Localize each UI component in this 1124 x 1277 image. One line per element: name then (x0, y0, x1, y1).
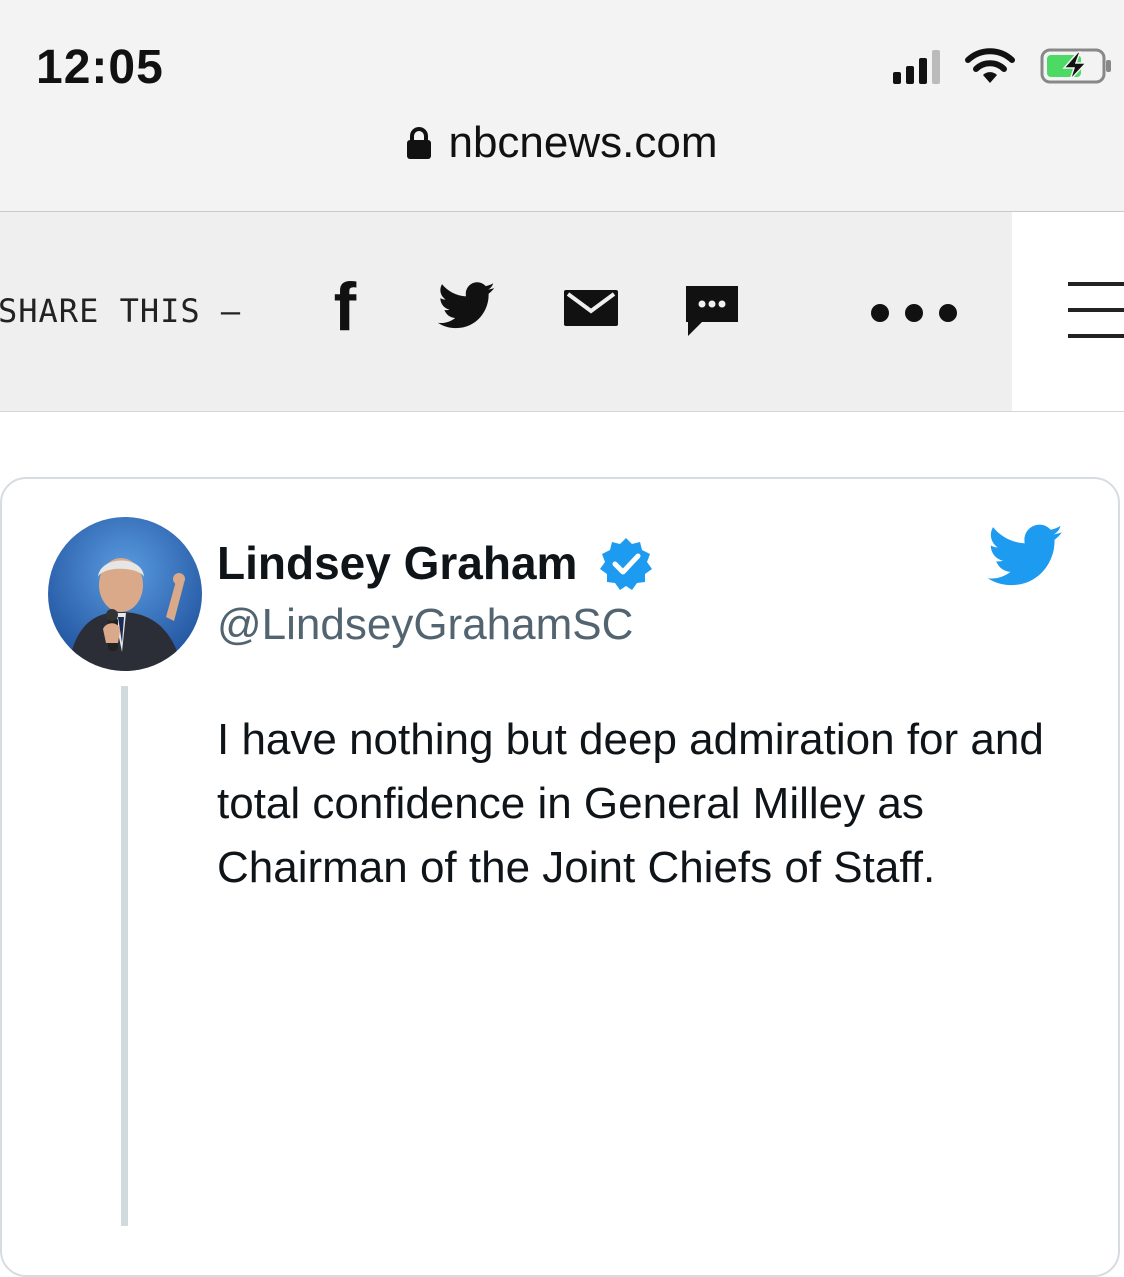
lock-icon (407, 127, 432, 159)
verified-badge-icon (598, 536, 654, 592)
sms-icon[interactable] (684, 284, 740, 340)
twitter-icon[interactable] (438, 280, 496, 332)
twitter-logo-icon[interactable] (987, 524, 1064, 588)
more-icon[interactable] (868, 300, 960, 326)
status-time: 12:05 (36, 41, 164, 94)
status-icons (893, 46, 1114, 86)
email-icon[interactable] (564, 290, 618, 326)
thread-line (121, 686, 128, 1226)
avatar[interactable] (48, 517, 202, 671)
hamburger-icon[interactable] (1068, 282, 1124, 342)
tweet-handle[interactable]: @LindseyGrahamSC (217, 600, 633, 650)
browser-top-bar: 12:05 nbcnews.com (0, 0, 1124, 212)
tweet-display-name[interactable]: Lindsey Graham (217, 536, 577, 590)
url-text: nbcnews.com (448, 118, 718, 167)
signal-icon (893, 48, 940, 84)
facebook-icon[interactable]: f (320, 269, 370, 345)
battery-charging-icon (1040, 48, 1111, 84)
tweet-text: I have nothing but deep admiration for a… (217, 715, 1044, 892)
wifi-icon (965, 48, 1015, 83)
share-this-label: SHARE THIS — (0, 292, 242, 330)
address-bar[interactable]: nbcnews.com (0, 118, 1124, 168)
